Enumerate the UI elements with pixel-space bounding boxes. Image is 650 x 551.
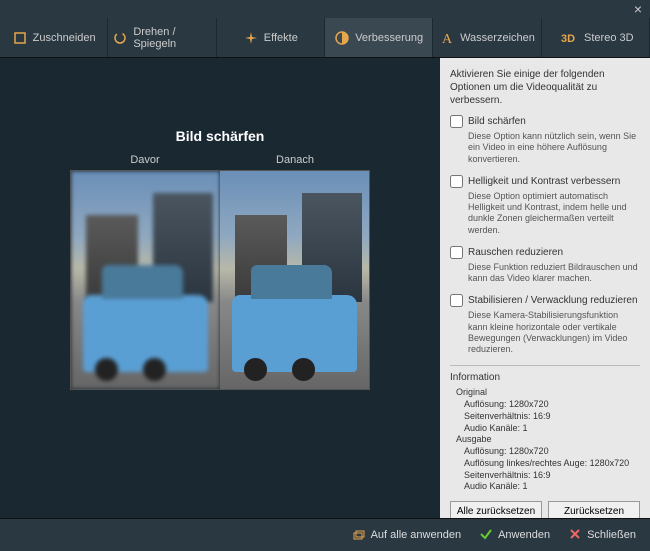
button-label: Anwenden [498, 529, 550, 541]
sharpen-checkbox[interactable] [450, 115, 463, 128]
tab-stereo3d[interactable]: 3D Stereo 3D [542, 18, 650, 57]
rotate-icon [112, 30, 128, 46]
option-noise: Rauschen reduzieren Diese Funktion reduz… [450, 246, 640, 285]
sparkle-icon [243, 30, 259, 46]
before-image [71, 171, 220, 389]
preview-panel: Bild schärfen Davor Danach [0, 58, 440, 518]
button-label: Schließen [587, 529, 636, 541]
option-label: Rauschen reduzieren [468, 247, 563, 258]
info-output-label: Ausgabe [456, 434, 640, 444]
compare-view [70, 170, 370, 390]
option-brightness-head[interactable]: Helligkeit und Kontrast verbessern [450, 175, 640, 188]
info-original-label: Original [456, 387, 640, 397]
info-title: Information [450, 372, 640, 383]
reset-button[interactable]: Zurücksetzen [548, 501, 640, 518]
sidebar-buttons: Alle zurücksetzen Zurücksetzen [450, 501, 640, 518]
after-label: Danach [220, 154, 370, 166]
footer: Auf alle anwenden Anwenden Schließen [0, 518, 650, 551]
info-line: Auflösung: 1280x720 [464, 399, 640, 411]
intro-text: Aktivieren Sie einige der folgenden Opti… [450, 68, 640, 107]
option-sharpen: Bild schärfen Diese Option kann nützlich… [450, 115, 640, 165]
info-line: Seitenverhältnis: 16:9 [464, 470, 640, 482]
titlebar: × [0, 0, 650, 18]
crop-icon [12, 30, 28, 46]
apply-all-button[interactable]: Auf alle anwenden [352, 527, 462, 544]
tab-rotate[interactable]: Drehen / Spiegeln [108, 18, 216, 57]
tab-crop[interactable]: Zuschneiden [0, 18, 108, 57]
tab-label: Wasserzeichen [460, 32, 535, 44]
button-label: Auf alle anwenden [371, 529, 462, 541]
reset-all-button[interactable]: Alle zurücksetzen [450, 501, 542, 518]
info-line: Seitenverhältnis: 16:9 [464, 411, 640, 423]
info-line: Auflösung: 1280x720 [464, 446, 640, 458]
info-block: Information Original Auflösung: 1280x720… [450, 365, 640, 493]
tab-label: Stereo 3D [584, 32, 634, 44]
svg-text:A: A [442, 32, 453, 46]
info-line: Audio Kanäle: 1 [464, 423, 640, 435]
stabilize-checkbox[interactable] [450, 294, 463, 307]
option-desc: Diese Option optimiert automatisch Helli… [468, 191, 640, 236]
option-stabilize: Stabilisieren / Verwacklung reduzieren D… [450, 294, 640, 355]
tab-watermark[interactable]: A Wasserzeichen [433, 18, 541, 57]
check-icon [479, 527, 493, 544]
tab-bar: Zuschneiden Drehen / Spiegeln Effekte Ve… [0, 18, 650, 58]
preview-title: Bild schärfen [176, 128, 265, 144]
info-line: Audio Kanäle: 1 [464, 481, 640, 493]
x-icon [568, 527, 582, 544]
option-label: Bild schärfen [468, 116, 526, 127]
option-stabilize-head[interactable]: Stabilisieren / Verwacklung reduzieren [450, 294, 640, 307]
options-sidebar: Aktivieren Sie einige der folgenden Opti… [440, 58, 650, 518]
tab-label: Drehen / Spiegeln [133, 26, 211, 50]
tab-label: Effekte [264, 32, 298, 44]
option-label: Helligkeit und Kontrast verbessern [468, 176, 620, 187]
option-sharpen-head[interactable]: Bild schärfen [450, 115, 640, 128]
compare-labels: Davor Danach [70, 154, 370, 166]
tab-enhance[interactable]: Verbesserung [325, 18, 433, 57]
brightness-checkbox[interactable] [450, 175, 463, 188]
tab-effects[interactable]: Effekte [217, 18, 325, 57]
contrast-icon [334, 30, 350, 46]
option-noise-head[interactable]: Rauschen reduzieren [450, 246, 640, 259]
noise-checkbox[interactable] [450, 246, 463, 259]
close-icon[interactable]: × [634, 1, 642, 17]
option-brightness: Helligkeit und Kontrast verbessern Diese… [450, 175, 640, 236]
before-label: Davor [70, 154, 220, 166]
close-button[interactable]: Schließen [568, 527, 636, 544]
apply-button[interactable]: Anwenden [479, 527, 550, 544]
letter-a-icon: A [439, 30, 455, 46]
svg-text:3D: 3D [561, 33, 575, 45]
option-desc: Diese Kamera-Stabilisierungsfunktion kan… [468, 310, 640, 355]
three-d-icon: 3D [557, 30, 579, 46]
info-line: Auflösung linkes/rechtes Auge: 1280x720 [464, 458, 640, 470]
tab-label: Verbesserung [355, 32, 423, 44]
after-image [220, 171, 369, 389]
option-desc: Diese Funktion reduziert Bildrauschen un… [468, 262, 640, 285]
tab-label: Zuschneiden [33, 32, 96, 44]
stack-icon [352, 527, 366, 544]
option-desc: Diese Option kann nützlich sein, wenn Si… [468, 131, 640, 165]
main-area: Bild schärfen Davor Danach Aktivieren Si… [0, 58, 650, 518]
option-label: Stabilisieren / Verwacklung reduzieren [468, 295, 638, 306]
